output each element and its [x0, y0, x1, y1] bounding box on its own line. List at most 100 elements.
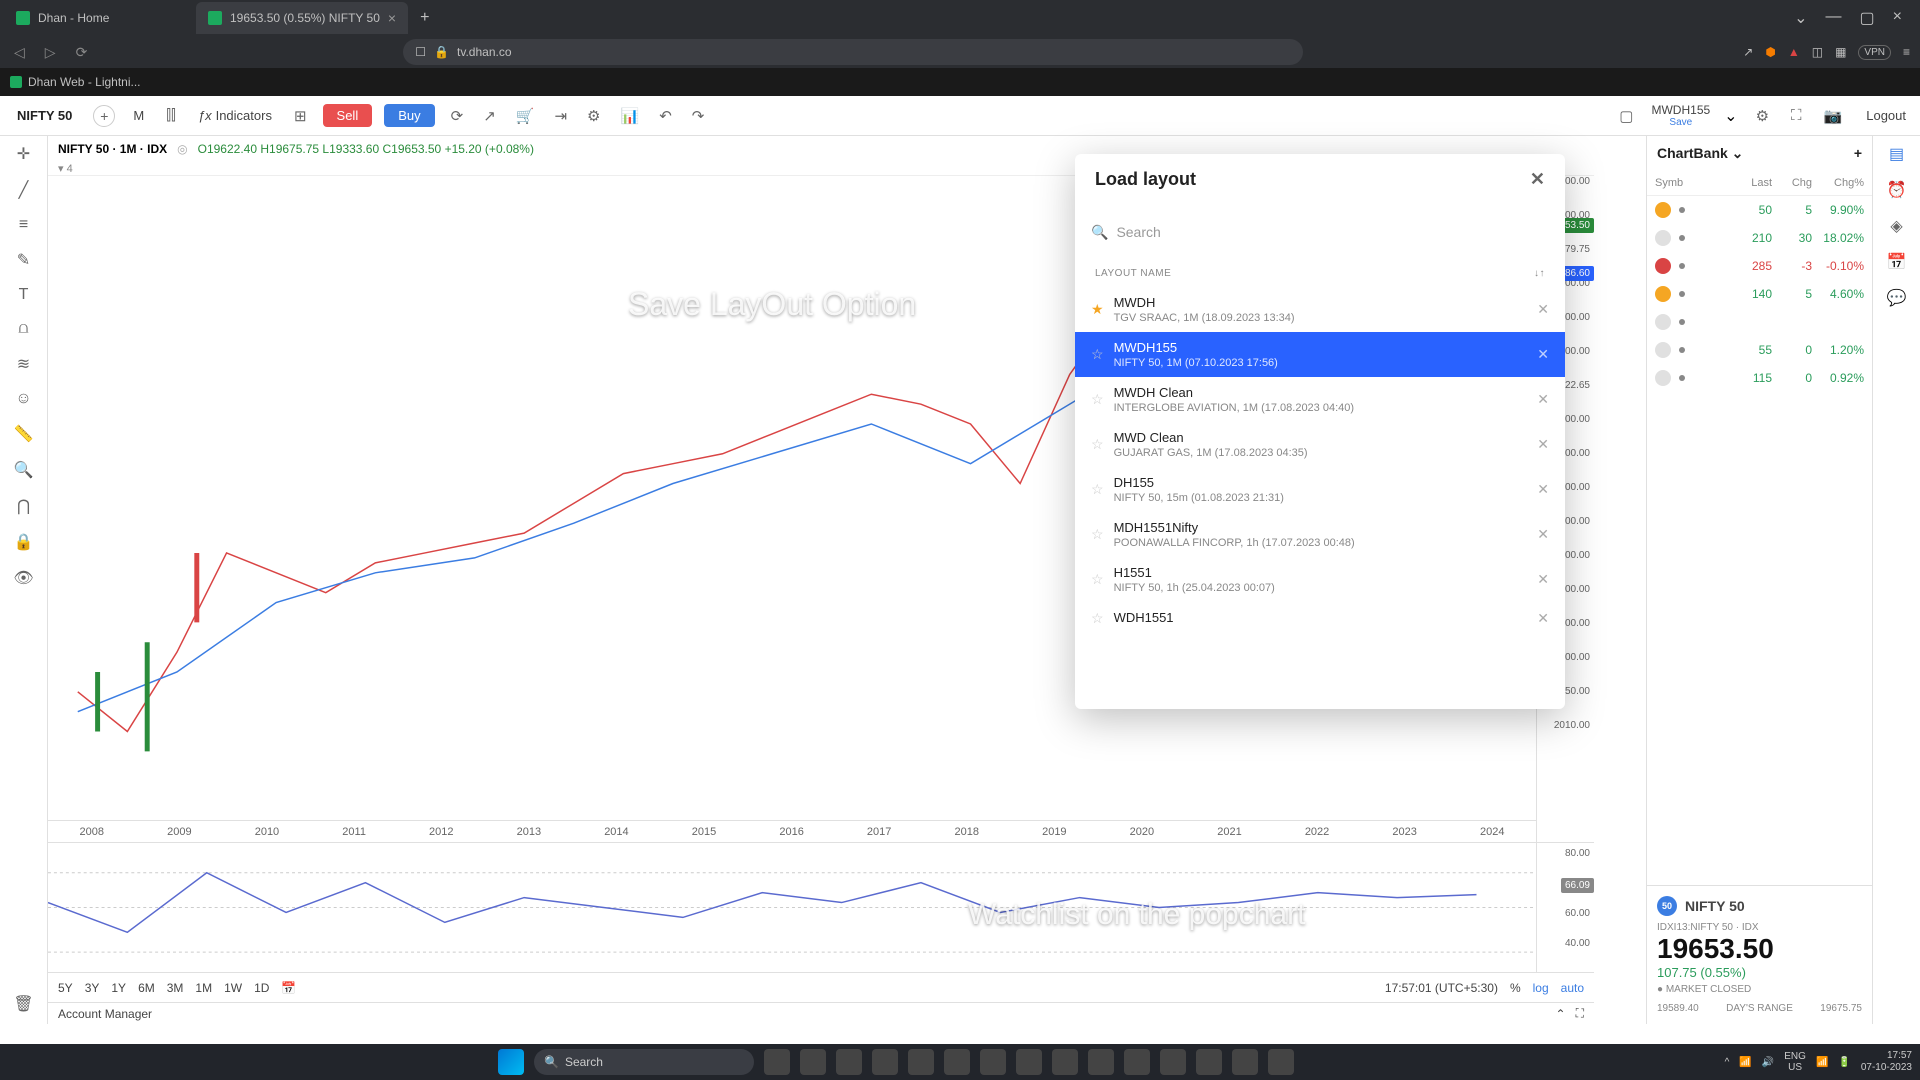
layers-icon[interactable]: ◈ — [1890, 216, 1902, 236]
menu-icon[interactable]: ≡ — [1903, 45, 1910, 59]
logout-button[interactable]: Logout — [1860, 104, 1912, 127]
minimize-icon[interactable]: — — [1826, 8, 1842, 28]
camera-icon[interactable]: 📷 — [1820, 103, 1847, 129]
gear-icon[interactable]: ⚙ — [583, 103, 604, 129]
app-icon[interactable] — [1268, 1049, 1294, 1075]
chevron-down-icon[interactable]: ⌄ — [1724, 106, 1737, 126]
layout-row[interactable]: ☆MWDH CleanINTERGLOBE AVIATION, 1M (17.0… — [1075, 377, 1565, 422]
account-manager-bar[interactable]: Account Manager ⌃ ⛶ — [48, 1002, 1594, 1024]
crosshair-icon[interactable]: ✛ — [17, 144, 30, 164]
fullscreen-icon[interactable]: ⛶ — [1787, 103, 1806, 128]
forward-icon[interactable]: ▷ — [41, 40, 60, 65]
browser-tab[interactable]: Dhan - Home — [4, 2, 194, 34]
delete-icon[interactable]: ✕ — [1537, 346, 1549, 363]
taskbar-search[interactable]: 🔍 Search — [534, 1049, 754, 1075]
app-icon[interactable] — [800, 1049, 826, 1075]
brave-icon[interactable]: ▲ — [1788, 45, 1800, 59]
maximize-icon[interactable]: ▢ — [1860, 8, 1875, 28]
watchlist-row[interactable] — [1647, 308, 1872, 336]
layout-row[interactable]: ★MWDHTGV SRAAC, 1M (18.09.2023 13:34)✕ — [1075, 287, 1565, 332]
watchlist-row[interactable]: 14054.60% — [1647, 280, 1872, 308]
chevron-up-icon[interactable]: ⌃ — [1556, 1007, 1566, 1021]
brush-icon[interactable]: ✎ — [17, 250, 30, 270]
timeframe-button[interactable]: 1M — [195, 981, 212, 995]
timeframe-button[interactable]: 1W — [224, 981, 242, 995]
undo-icon[interactable]: ↶ — [655, 103, 676, 129]
tray-icon[interactable]: 📶 — [1739, 1057, 1751, 1068]
layout-row[interactable]: ☆MWDH155NIFTY 50, 1M (07.10.2023 17:56)✕ — [1075, 332, 1565, 377]
timeframe-button[interactable]: 5Y — [58, 981, 73, 995]
calendar-icon[interactable]: 📅 — [281, 981, 296, 995]
alerts-icon[interactable]: ⏰ — [1887, 180, 1907, 200]
close-icon[interactable]: × — [1893, 8, 1902, 28]
auto-button[interactable]: auto — [1561, 981, 1584, 995]
delete-icon[interactable]: ✕ — [1537, 481, 1549, 498]
star-icon[interactable]: ☆ — [1091, 481, 1104, 498]
timeframe-button[interactable]: 6M — [138, 981, 155, 995]
app-icon[interactable] — [1088, 1049, 1114, 1075]
app-icon[interactable] — [980, 1049, 1006, 1075]
layout-row[interactable]: ☆MWD CleanGUJARAT GAS, 1M (17.08.2023 04… — [1075, 422, 1565, 467]
language-indicator[interactable]: ENGUS — [1784, 1051, 1806, 1073]
basket-icon[interactable]: 🛒 — [512, 103, 539, 129]
delete-icon[interactable]: ✕ — [1537, 301, 1549, 318]
watchlist-icon[interactable]: ▤ — [1889, 144, 1904, 164]
trash-icon[interactable]: 🗑 — [13, 994, 33, 1014]
redo-icon[interactable]: ↷ — [688, 103, 709, 129]
indicator-chart[interactable]: Watchlist on the popchart 80.0066.0960.0… — [48, 842, 1594, 972]
vpn-badge[interactable]: VPN — [1858, 45, 1891, 60]
delete-icon[interactable]: ✕ — [1537, 436, 1549, 453]
browser-tab-active[interactable]: 19653.50 (0.55%) NIFTY 50 × — [196, 2, 408, 34]
indicators-button[interactable]: ƒx Indicators — [192, 104, 278, 127]
refresh-icon[interactable]: ⟳ — [447, 103, 468, 129]
app-icon[interactable] — [1196, 1049, 1222, 1075]
watchlist-row[interactable]: 5501.20% — [1647, 336, 1872, 364]
emoji-icon[interactable]: ☺ — [15, 390, 31, 408]
star-icon[interactable]: ★ — [1091, 301, 1104, 318]
pattern-icon[interactable]: ⩍ — [18, 320, 28, 338]
timeframe-button[interactable]: 3M — [167, 981, 184, 995]
app-icon[interactable] — [1232, 1049, 1258, 1075]
app-icon[interactable] — [1016, 1049, 1042, 1075]
star-icon[interactable]: ☆ — [1091, 346, 1104, 363]
start-icon[interactable] — [498, 1049, 524, 1075]
layout-save-button[interactable]: MWDH155 Save — [1651, 103, 1710, 128]
col-symbol[interactable]: Symb — [1655, 177, 1701, 189]
timeframe-button[interactable]: 1Y — [111, 981, 126, 995]
clock[interactable]: 17:5707-10-2023 — [1861, 1050, 1912, 1074]
url-input[interactable]: ☐ 🔒 tv.dhan.co — [403, 39, 1303, 65]
watchlist-row[interactable]: 5059.90% — [1647, 196, 1872, 224]
interval-button[interactable]: M — [127, 104, 150, 127]
percent-button[interactable]: % — [1510, 981, 1521, 995]
add-symbol-button[interactable]: + — [93, 105, 115, 127]
col-last[interactable]: Last — [1701, 177, 1772, 189]
layout-row[interactable]: ☆DH155NIFTY 50, 15m (01.08.2023 21:31)✕ — [1075, 467, 1565, 512]
wallet-icon[interactable]: ▦ — [1835, 45, 1846, 59]
watchlist-title[interactable]: ChartBank ⌄ — [1657, 145, 1743, 162]
layout-row[interactable]: ☆MDH1551NiftyPOONAWALLA FINCORP, 1h (17.… — [1075, 512, 1565, 557]
shield-icon[interactable]: ⬢ — [1765, 45, 1775, 59]
back-icon[interactable]: ◁ — [10, 40, 29, 65]
star-icon[interactable]: ☆ — [1091, 526, 1104, 543]
timeframe-button[interactable]: 3Y — [85, 981, 100, 995]
delete-icon[interactable]: ✕ — [1537, 526, 1549, 543]
time-axis[interactable]: 2008200920102011201220132014201520162017… — [48, 820, 1536, 842]
text-icon[interactable]: T — [19, 286, 29, 304]
add-button[interactable]: + — [1854, 145, 1862, 161]
star-icon[interactable]: ☆ — [1091, 571, 1104, 588]
tray-icon[interactable]: ^ — [1725, 1057, 1730, 1068]
app-icon[interactable] — [908, 1049, 934, 1075]
close-icon[interactable]: × — [388, 10, 396, 26]
grid-icon[interactable]: ⊞ — [290, 103, 311, 129]
buy-button[interactable]: Buy — [384, 104, 434, 127]
watchlist-row[interactable]: 2103018.02% — [1647, 224, 1872, 252]
new-tab-button[interactable]: + — [410, 9, 439, 27]
app-icon[interactable] — [1124, 1049, 1150, 1075]
horizontal-icon[interactable]: ≡ — [19, 216, 28, 234]
app-icon[interactable] — [944, 1049, 970, 1075]
app-icon[interactable] — [1160, 1049, 1186, 1075]
chevron-down-icon[interactable]: ⌄ — [1794, 8, 1807, 28]
app-icon[interactable] — [872, 1049, 898, 1075]
sub-price-axis[interactable]: 80.0066.0960.0040.0066.09 — [1536, 843, 1594, 972]
eye-icon[interactable]: ◎ — [177, 142, 187, 156]
